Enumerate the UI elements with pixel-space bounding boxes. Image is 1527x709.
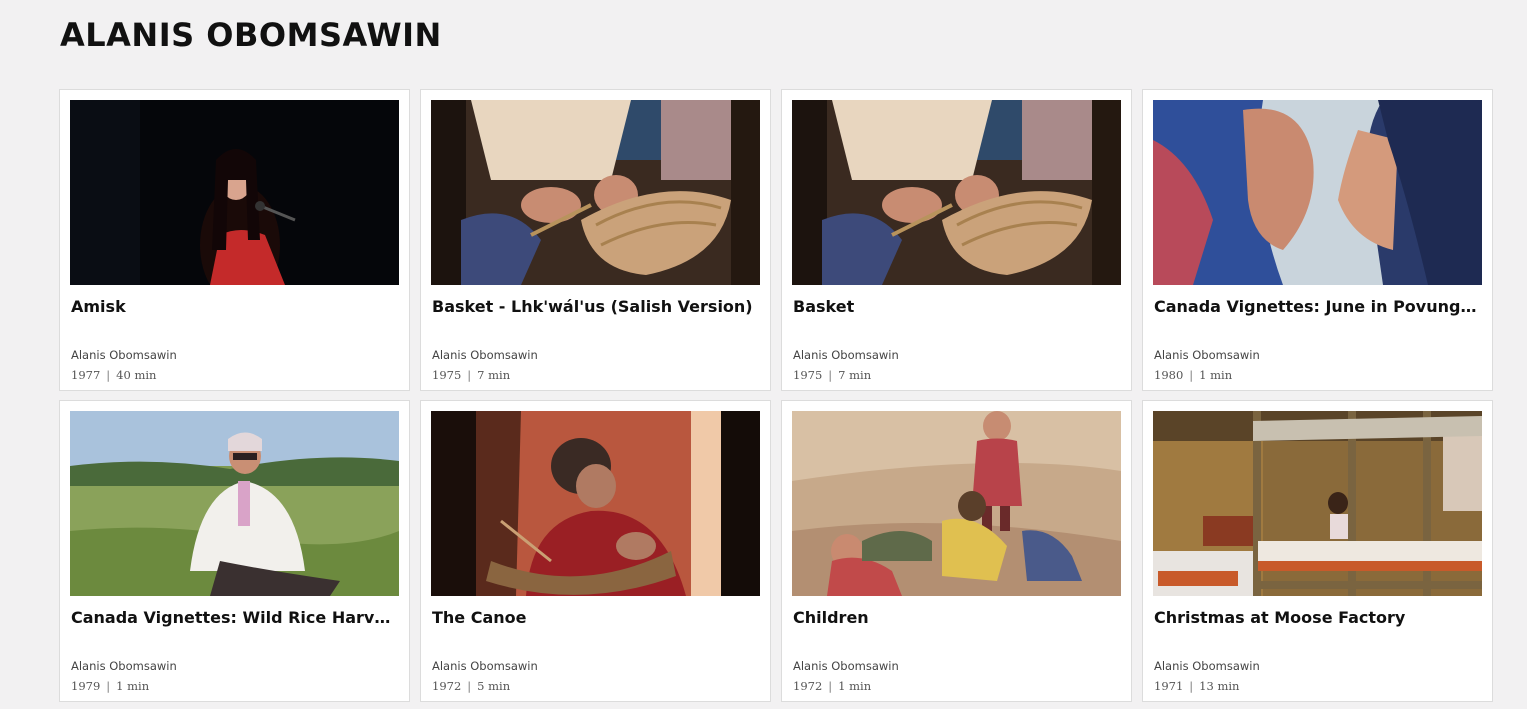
meta-separator: | <box>828 368 833 382</box>
film-thumbnail[interactable] <box>70 411 399 596</box>
film-thumbnail[interactable] <box>792 411 1121 596</box>
film-title[interactable]: Canada Vignettes: June in Povungnituk - … <box>1154 297 1484 316</box>
film-year: 1977 <box>71 368 101 382</box>
film-duration: 7 min <box>838 368 872 382</box>
meta-separator: | <box>106 679 111 693</box>
film-director: Alanis Obomsawin <box>1154 659 1260 673</box>
film-duration: 1 min <box>1199 368 1233 382</box>
film-year: 1979 <box>71 679 101 693</box>
meta-separator: | <box>1189 679 1194 693</box>
film-director: Alanis Obomsawin <box>71 659 177 673</box>
film-grid: Amisk Alanis Obomsawin 1977 | 40 min Bas… <box>59 89 1493 702</box>
film-thumbnail[interactable] <box>431 100 760 285</box>
film-director: Alanis Obomsawin <box>1154 348 1260 362</box>
film-title[interactable]: Amisk <box>71 297 401 316</box>
film-thumbnail[interactable] <box>70 100 399 285</box>
film-duration: 13 min <box>1199 679 1240 693</box>
meta-separator: | <box>1189 368 1194 382</box>
film-duration: 1 min <box>116 679 150 693</box>
film-title[interactable]: Canada Vignettes: Wild Rice Harvest Ken.… <box>71 608 401 627</box>
film-duration: 40 min <box>116 368 157 382</box>
film-meta: 1972 | 5 min <box>432 679 510 693</box>
film-title[interactable]: Basket - Lhk'wál'us (Salish Version) <box>432 297 762 316</box>
film-director: Alanis Obomsawin <box>432 348 538 362</box>
film-duration: 5 min <box>477 679 511 693</box>
film-thumbnail[interactable] <box>1153 100 1482 285</box>
film-director: Alanis Obomsawin <box>432 659 538 673</box>
film-duration: 1 min <box>838 679 872 693</box>
film-title[interactable]: The Canoe <box>432 608 762 627</box>
film-thumbnail[interactable] <box>792 100 1121 285</box>
film-card[interactable]: Canada Vignettes: Wild Rice Harvest Ken.… <box>59 400 410 702</box>
film-year: 1975 <box>432 368 462 382</box>
film-meta: 1975 | 7 min <box>793 368 871 382</box>
film-meta: 1971 | 13 min <box>1154 679 1239 693</box>
film-year: 1980 <box>1154 368 1184 382</box>
film-title[interactable]: Basket <box>793 297 1123 316</box>
film-card[interactable]: Amisk Alanis Obomsawin 1977 | 40 min <box>59 89 410 391</box>
film-duration: 7 min <box>477 368 511 382</box>
meta-separator: | <box>106 368 111 382</box>
meta-separator: | <box>467 679 472 693</box>
film-title[interactable]: Christmas at Moose Factory <box>1154 608 1484 627</box>
meta-separator: | <box>467 368 472 382</box>
film-card[interactable]: The Canoe Alanis Obomsawin 1972 | 5 min <box>420 400 771 702</box>
film-director: Alanis Obomsawin <box>793 348 899 362</box>
film-year: 1972 <box>793 679 823 693</box>
film-thumbnail[interactable] <box>1153 411 1482 596</box>
film-director: Alanis Obomsawin <box>71 348 177 362</box>
film-director: Alanis Obomsawin <box>793 659 899 673</box>
film-meta: 1979 | 1 min <box>71 679 149 693</box>
film-card[interactable]: Canada Vignettes: June in Povungnituk - … <box>1142 89 1493 391</box>
film-card[interactable]: Children Alanis Obomsawin 1972 | 1 min <box>781 400 1132 702</box>
film-card[interactable]: Basket Alanis Obomsawin 1975 | 7 min <box>781 89 1132 391</box>
film-meta: 1972 | 1 min <box>793 679 871 693</box>
film-card[interactable]: Basket - Lhk'wál'us (Salish Version) Ala… <box>420 89 771 391</box>
film-meta: 1975 | 7 min <box>432 368 510 382</box>
film-thumbnail[interactable] <box>431 411 760 596</box>
page-title: ALANIS OBOMSAWIN <box>60 16 442 54</box>
film-year: 1972 <box>432 679 462 693</box>
film-meta: 1977 | 40 min <box>71 368 156 382</box>
film-card[interactable]: Christmas at Moose Factory Alanis Obomsa… <box>1142 400 1493 702</box>
film-year: 1971 <box>1154 679 1184 693</box>
meta-separator: | <box>828 679 833 693</box>
film-year: 1975 <box>793 368 823 382</box>
film-meta: 1980 | 1 min <box>1154 368 1232 382</box>
film-title[interactable]: Children <box>793 608 1123 627</box>
